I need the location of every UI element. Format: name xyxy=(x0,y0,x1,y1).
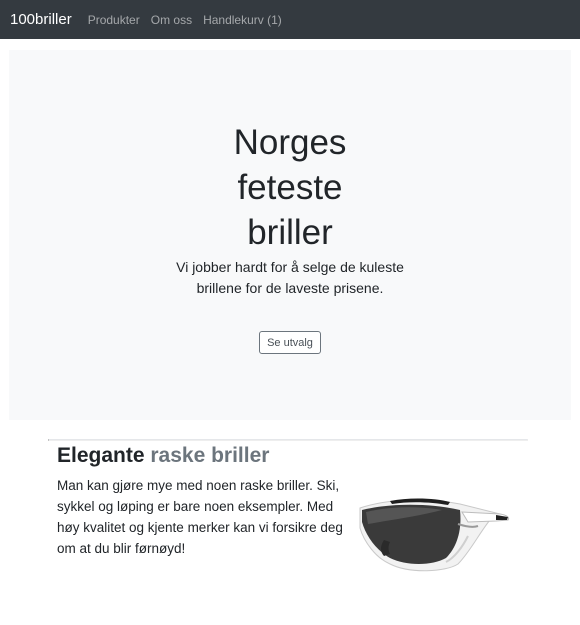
nav-link-produkter[interactable]: Produkter xyxy=(88,13,140,27)
brand-link[interactable]: 100briller xyxy=(10,11,72,28)
hero-lead: Vi jobber hardt for å selge de kuleste b… xyxy=(176,259,404,296)
sport-sunglasses-image xyxy=(359,498,510,572)
feature-heading: Elegante raske briller xyxy=(57,444,269,468)
feature-heading-muted: raske briller xyxy=(150,444,270,467)
hero-jumbotron: Norges feteste briller Vi jobber hardt f… xyxy=(9,50,571,420)
nav-link-om-oss[interactable]: Om oss xyxy=(151,13,192,27)
section-divider xyxy=(48,439,528,441)
feature-body-text: Man kan gjøre mye med noen raske briller… xyxy=(57,478,343,556)
see-selection-button[interactable]: Se utvalg xyxy=(259,331,321,354)
top-navbar: 100briller Produkter Om oss Handlekurv (… xyxy=(0,0,580,39)
feature-heading-main: Elegante xyxy=(57,444,145,467)
hero-title: Norges feteste briller xyxy=(233,123,347,252)
nav-link-handlekurv[interactable]: Handlekurv (1) xyxy=(203,13,282,27)
